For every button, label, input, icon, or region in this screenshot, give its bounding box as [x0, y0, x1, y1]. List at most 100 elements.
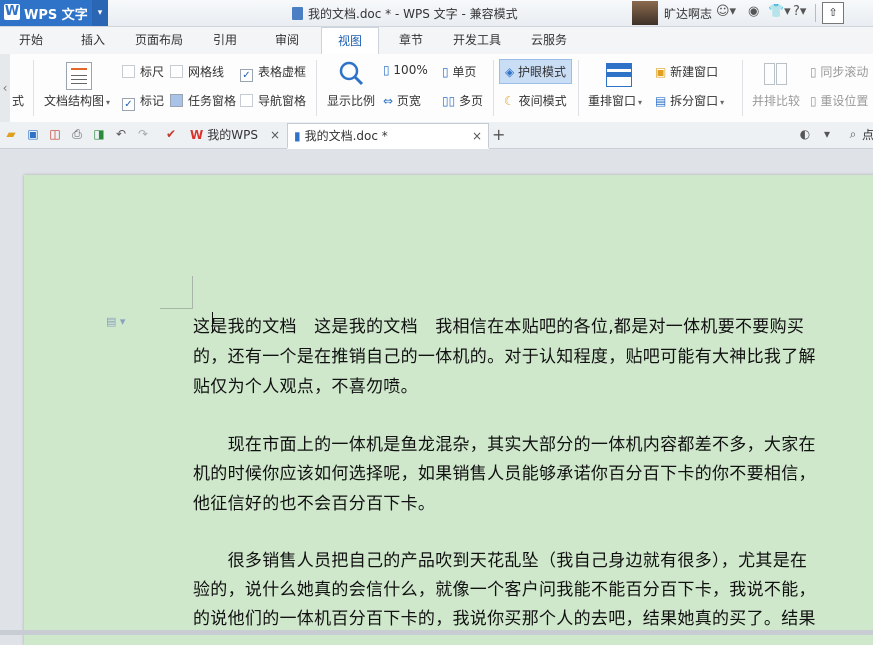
quick-access-bar: ▰ ▣ ◫ ⎙ ◨ ↶ ↷ ✔ W 我的WPS × ▮ 我的文档.doc * × +… — [0, 122, 873, 149]
night-mode-label: 夜间模式 — [518, 94, 567, 108]
document-line[interactable]: 很多销售人员把自己的产品吹到天花乱坠（我自己身边就有很多），尤其是在 — [193, 546, 807, 571]
tab-page-layout[interactable]: 页面布局 — [128, 27, 190, 53]
page-icon: ▯ — [383, 63, 394, 77]
side-by-side-button[interactable]: 并排比较 — [752, 92, 800, 109]
horizontal-scrollbar[interactable] — [0, 630, 873, 635]
user-name[interactable]: 旷达啊志 — [664, 5, 712, 22]
tab-insert[interactable]: 插入 — [70, 27, 116, 53]
document-line[interactable]: 这是我的文档 这是我的文档 我相信在本贴吧的各位,都是对一体机要不要购买 — [193, 312, 804, 337]
title-bar: W WPS 文字 ▾ 我的文档.doc * - WPS 文字 - 兼容模式 旷达… — [0, 0, 873, 27]
app-menu-dropdown-icon[interactable]: ▾ — [92, 0, 108, 26]
print-preview-icon[interactable]: ◨ — [92, 127, 106, 141]
open-folder-icon[interactable]: ▰ — [4, 127, 18, 141]
close-icon[interactable]: × — [472, 124, 482, 148]
divider — [578, 60, 579, 116]
avatar[interactable] — [632, 1, 658, 25]
document-line[interactable]: 的说他们的一体机百分百下卡的，我说你买那个人的去吧，结果她真的买了。结果 — [193, 604, 816, 629]
shield-icon: ◈ — [505, 65, 519, 79]
checkmark-icon: ✓ — [122, 98, 135, 111]
table-gridlines-checkbox[interactable]: ✓ 表格虚框 — [240, 63, 306, 82]
arrange-window-icon[interactable] — [606, 63, 632, 87]
search-label[interactable]: 点 — [862, 123, 873, 147]
tab-chapter[interactable]: 章节 — [388, 27, 434, 53]
tab-cloud[interactable]: 云服务 — [518, 27, 580, 53]
tab-references[interactable]: 引用 — [202, 27, 248, 53]
tab-my-document-label: 我的文档.doc * — [304, 129, 388, 143]
document-line[interactable]: 他征信好的也不会百分百下卡。 — [193, 489, 435, 514]
ruler-checkbox[interactable]: 标尺 — [122, 63, 164, 80]
doc-structure-label: 文档结构图 — [44, 94, 105, 108]
window-title-text: 我的文档.doc * - WPS 文字 - 兼容模式 — [308, 7, 518, 21]
checkbox-icon — [240, 94, 253, 107]
divider — [493, 60, 494, 116]
undo-icon[interactable]: ↶ — [114, 127, 128, 141]
chevron-down-icon: ▾ — [720, 98, 725, 107]
new-tab-button[interactable]: + — [492, 123, 505, 147]
document-line[interactable]: 的，还有一个是在推销自己的一体机的。对于认知程度，贴吧可能有大神比我了解 — [193, 342, 816, 367]
document-icon — [292, 7, 303, 20]
task-pane-checkbox[interactable]: 任务窗格 — [170, 92, 236, 109]
redo-icon[interactable]: ↷ — [136, 127, 150, 141]
page-width-label: 页宽 — [396, 94, 421, 108]
divider — [316, 60, 317, 116]
night-mode-button[interactable]: ☾ 夜间模式 — [504, 92, 567, 109]
window-title: 我的文档.doc * - WPS 文字 - 兼容模式 — [292, 5, 518, 22]
zoom-button[interactable]: 显示比例 — [327, 92, 375, 109]
tab-my-document[interactable]: ▮ 我的文档.doc * × — [287, 123, 489, 149]
tab-developer[interactable]: 开发工具 — [446, 27, 508, 53]
checkbox-icon — [122, 65, 135, 78]
zoom-icon[interactable] — [338, 60, 364, 86]
customize-icon[interactable]: ✔ — [164, 127, 178, 141]
gridlines-checkbox[interactable]: 网格线 — [170, 63, 224, 80]
doc-structure-icon[interactable] — [66, 62, 92, 90]
tab-review[interactable]: 审阅 — [264, 27, 310, 53]
paragraph-handle-icon[interactable]: ▤ ▾ — [106, 315, 125, 328]
checkmark-icon: ✓ — [240, 69, 253, 82]
multi-page-button[interactable]: ▯▯ 多页 — [442, 92, 483, 109]
tab-list-icon[interactable]: ▾ — [820, 127, 834, 141]
app-menu-button[interactable]: W WPS 文字 ▾ — [0, 0, 108, 26]
split-window-label: 拆分窗口 — [670, 94, 719, 108]
tab-view[interactable]: 视图 — [321, 27, 379, 55]
new-window-label: 新建窗口 — [670, 65, 719, 79]
multi-page-label: 多页 — [459, 94, 484, 108]
close-icon[interactable]: × — [270, 123, 280, 147]
arrange-window-button[interactable]: 重排窗口 ▾ — [588, 92, 642, 109]
window-icon[interactable]: ⇧ — [822, 2, 844, 24]
tab-my-wps-label: 我的WPS — [207, 128, 258, 142]
search-icon[interactable]: ⌕ — [846, 127, 860, 141]
ribbon-scroll-left-button[interactable]: ‹ — [0, 54, 10, 122]
shirt-icon[interactable]: 👕▾ — [768, 4, 791, 19]
side-by-side-icon[interactable] — [764, 63, 787, 85]
doc-structure-button[interactable]: 文档结构图 ▾ — [44, 92, 110, 109]
print-icon[interactable]: ⎙ — [70, 127, 84, 141]
new-window-button[interactable]: ▣ 新建窗口 — [655, 63, 718, 80]
sync-scroll-label: 同步滚动 — [820, 65, 869, 79]
tab-menu-icon[interactable]: ◐ — [798, 127, 812, 141]
reset-position-icon: ▯ — [810, 94, 821, 108]
checkbox-icon — [170, 94, 183, 107]
tab-my-wps[interactable]: W 我的WPS × — [186, 123, 286, 147]
help-icon[interactable]: ?▾ — [793, 4, 806, 19]
skin-icon[interactable]: ◉ — [748, 4, 759, 19]
export-pdf-icon[interactable]: ◫ — [48, 127, 62, 141]
single-page-button[interactable]: ▯ 单页 — [442, 63, 476, 80]
marks-checkbox[interactable]: ✓ 标记 — [122, 92, 164, 111]
eye-mode-button[interactable]: ◈ 护眼模式 — [499, 59, 573, 84]
split-window-button[interactable]: ▤ 拆分窗口 ▾ — [655, 92, 724, 109]
sync-scroll-button[interactable]: ▯ 同步滚动 — [810, 63, 868, 80]
document-line[interactable]: 机的时候你应该如何选择呢，如果销售人员能够承诺你百分百下卡的你不要相信， — [193, 459, 816, 484]
tab-home[interactable]: 开始 — [8, 27, 54, 53]
single-page-icon: ▯ — [442, 65, 453, 79]
user-level-icon[interactable]: ☺▾ — [716, 4, 736, 19]
nav-pane-checkbox[interactable]: 导航窗格 — [240, 92, 306, 109]
document-line[interactable]: 验的，说什么她真的会信什么，就像一个客户问我能不能百分百下卡，我说不能， — [193, 575, 816, 600]
reset-position-button[interactable]: ▯ 重设位置 — [810, 92, 868, 109]
page-width-button[interactable]: ⇔ 页宽 — [383, 92, 421, 109]
document-line[interactable]: 贴仅为个人观点，不喜勿喷。 — [193, 372, 418, 397]
zoom-100-button[interactable]: ▯ 100% — [383, 63, 428, 77]
save-icon[interactable]: ▣ — [26, 127, 40, 141]
document-line[interactable]: 现在市面上的一体机是鱼龙混杂，其实大部分的一体机内容都差不多，大家在 — [193, 430, 816, 455]
wps-logo-icon: W — [4, 4, 20, 20]
text-cursor — [212, 312, 213, 332]
